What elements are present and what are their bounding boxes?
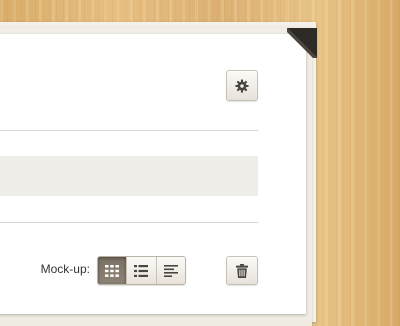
gear-icon [235,78,249,93]
trash-icon [236,263,248,278]
grid-icon [105,264,120,277]
section-divider-bottom [0,222,258,223]
text-view-button[interactable] [155,257,185,284]
delete-button[interactable] [226,256,258,285]
list-icon [134,264,149,277]
list-view-button[interactable] [126,257,156,284]
section-divider-top [0,130,258,131]
text-icon [163,264,178,277]
content-placeholder-row [0,156,258,196]
page-corner-tab [287,28,317,58]
settings-button[interactable] [226,70,258,101]
mockup-label: Mock-up: [40,262,90,276]
view-mode-segmented-control [97,256,186,285]
grid-view-button[interactable] [98,257,127,284]
